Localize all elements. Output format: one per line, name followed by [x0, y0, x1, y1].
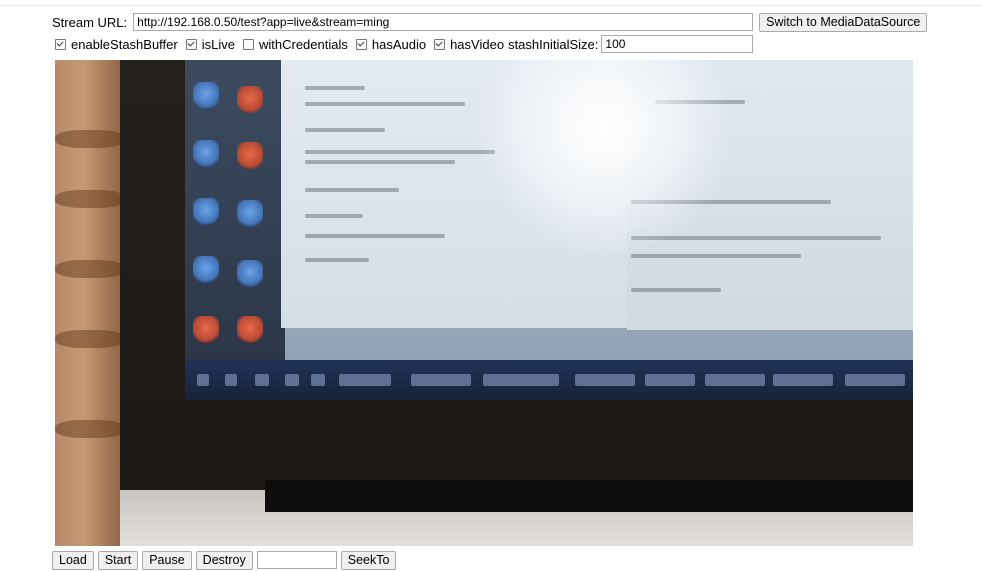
video-frame-taskbar-item — [705, 374, 765, 386]
with-credentials-label: withCredentials — [258, 36, 348, 52]
video-frame-taskbar-item — [845, 374, 905, 386]
video-frame-detail — [55, 130, 125, 148]
video-frame-taskbar-item — [225, 374, 237, 386]
stream-url-label: Stream URL: — [52, 14, 128, 30]
is-live-label: isLive — [201, 36, 235, 52]
video-frame-taskbar-item — [311, 374, 325, 386]
video-frame-text — [305, 160, 455, 164]
video-frame-detail — [55, 420, 125, 438]
seek-point-input[interactable] — [256, 551, 337, 569]
video-frame-desktop-icon — [237, 86, 263, 116]
video-frame-text — [631, 288, 721, 292]
video-frame-taskbar-item — [575, 374, 635, 386]
video-frame-text — [305, 86, 365, 90]
video-frame-desktop-icon — [193, 256, 219, 286]
video-frame-desktop-icon — [237, 316, 263, 346]
video-frame-taskbar-item — [411, 374, 471, 386]
video-frame-desktop-icon — [237, 260, 263, 290]
has-video-label: hasVideo — [450, 36, 505, 52]
options-row: enableStashBuffer isLive withCredentials… — [55, 34, 754, 54]
has-audio-label: hasAudio — [371, 36, 427, 52]
video-frame-taskbar-item — [483, 374, 559, 386]
video-frame-taskbar-item — [255, 374, 269, 386]
video-frame-text — [305, 258, 369, 262]
video-frame-laptop-hinge — [265, 480, 913, 512]
video-frame-taskbar-item — [645, 374, 695, 386]
video-frame-text — [305, 188, 399, 192]
video-frame-desktop-icon — [193, 198, 219, 228]
stash-initial-size-input[interactable] — [601, 35, 754, 53]
stash-initial-size-label: stashInitialSize: — [508, 36, 599, 52]
switch-to-mediadatasource-button[interactable]: Switch to MediaDataSource — [759, 12, 928, 32]
video-frame-glare — [475, 60, 735, 260]
video-frame-taskbar-item — [285, 374, 299, 386]
stream-url-row: Stream URL: Switch to MediaDataSource — [52, 12, 928, 32]
video-player[interactable] — [55, 60, 913, 546]
video-frame-text — [305, 128, 385, 132]
video-frame-desktop-icon — [193, 82, 219, 112]
video-frame-text — [305, 150, 495, 154]
video-frame-text — [305, 214, 363, 218]
stream-url-input[interactable] — [133, 13, 754, 31]
video-frame-text — [305, 234, 445, 238]
video-frame-text — [305, 102, 465, 106]
is-live-checkbox[interactable] — [185, 38, 197, 50]
video-frame-desktop-icon — [237, 200, 263, 230]
video-frame-taskbar-item — [197, 374, 209, 386]
top-divider — [0, 5, 982, 6]
video-frame-detail — [55, 260, 125, 278]
video-frame-desktop-icon — [193, 316, 219, 346]
video-frame-taskbar-item — [773, 374, 833, 386]
video-frame-taskbar-item — [339, 374, 391, 386]
video-frame-detail — [55, 190, 125, 208]
video-frame-detail — [55, 330, 125, 348]
has-video-checkbox[interactable] — [434, 38, 446, 50]
enable-stash-buffer-label: enableStashBuffer — [71, 36, 178, 52]
enable-stash-buffer-checkbox[interactable] — [55, 38, 66, 50]
video-frame-desktop-icon — [193, 140, 219, 170]
player-controls-row: Load Start Pause Destroy SeekTo — [52, 551, 400, 571]
video-frame-desktop-icon — [237, 142, 263, 172]
has-audio-checkbox[interactable] — [355, 38, 367, 50]
with-credentials-checkbox[interactable] — [242, 38, 254, 50]
